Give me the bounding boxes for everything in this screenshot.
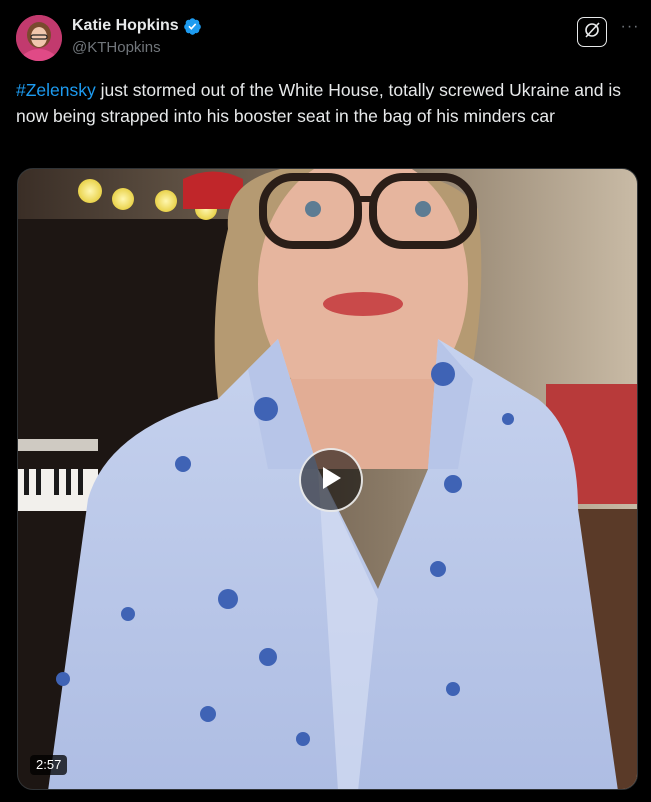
display-name[interactable]: Katie Hopkins xyxy=(72,17,179,35)
video-player[interactable]: 2:57 xyxy=(17,168,638,790)
grok-icon xyxy=(583,21,601,44)
play-button[interactable] xyxy=(299,448,363,512)
grok-button[interactable] xyxy=(577,17,607,47)
avatar-image xyxy=(16,15,62,61)
play-icon xyxy=(319,465,343,496)
video-duration: 2:57 xyxy=(30,755,68,775)
verified-badge-icon xyxy=(183,17,202,36)
more-icon: ··· xyxy=(620,18,640,35)
post: Katie Hopkins @KTHopkins ··· #Zelensky j… xyxy=(0,0,651,802)
handle[interactable]: @KTHopkins xyxy=(72,39,202,56)
post-text: #Zelensky just stormed out of the White … xyxy=(16,77,636,129)
author-header: Katie Hopkins @KTHopkins xyxy=(72,16,202,56)
name-row: Katie Hopkins xyxy=(72,16,202,36)
more-options-button[interactable]: ··· xyxy=(620,18,640,40)
post-body: just stormed out of the White House, tot… xyxy=(16,80,622,126)
avatar[interactable] xyxy=(16,15,62,61)
hashtag-link[interactable]: #Zelensky xyxy=(16,80,96,100)
